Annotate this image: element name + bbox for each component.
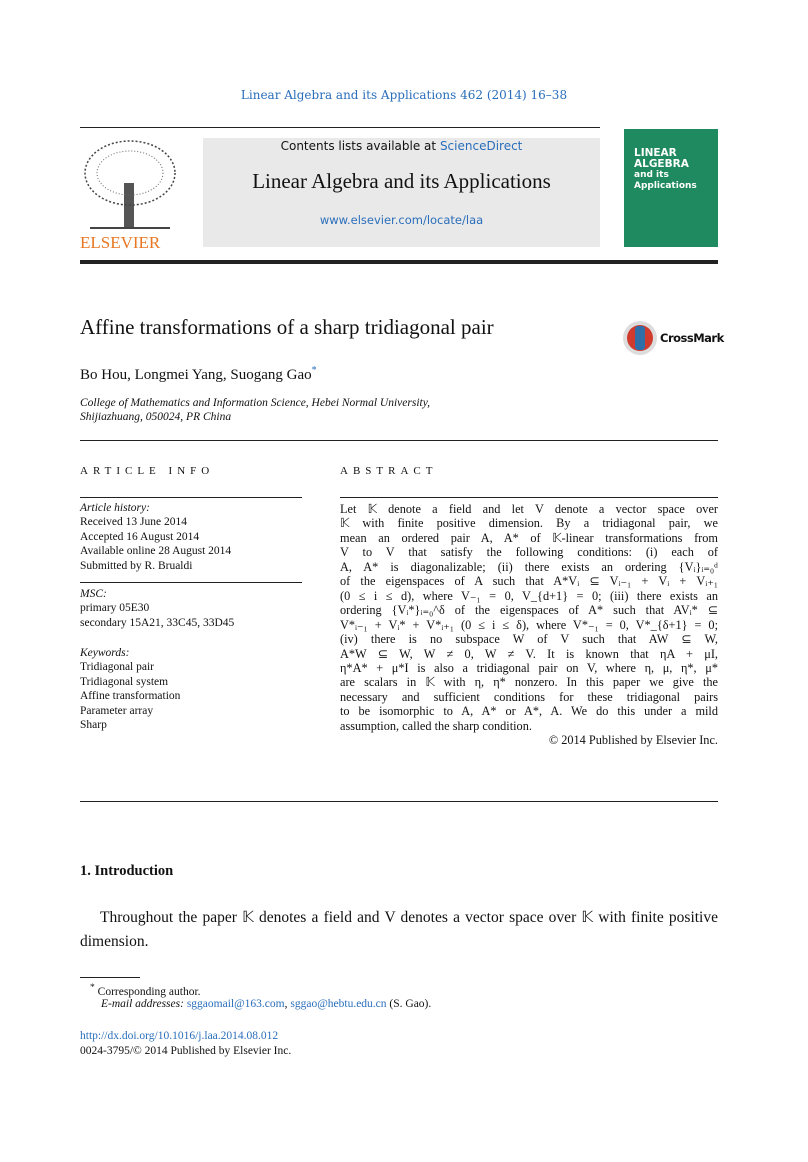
abstract-line: ordering {Vᵢ*}ᵢ₌₀^δ of the eigenspaces o… [340, 603, 718, 618]
abstract-line: are scalars in 𝕂 with η, η* nonzero. In … [340, 675, 718, 690]
cover-text: and its [634, 170, 669, 180]
affiliation-line: College of Mathematics and Information S… [80, 397, 431, 409]
footnote-rule [80, 977, 140, 978]
msc-codes: MSC: primary 05E30 secondary 15A21, 33C4… [80, 587, 302, 630]
issn-copyright: 0024-3795/© 2014 Published by Elsevier I… [80, 1045, 292, 1057]
abstract-line: η*A* + μ*I is also a tridiagonal pair on… [340, 660, 718, 675]
history-item: Received 13 June 2014 [80, 516, 187, 529]
divider [340, 497, 718, 498]
keyword: Parameter array [80, 704, 154, 717]
abstract-line: assumption, called the sharp condition. [340, 718, 532, 733]
author-list: Bo Hou, Longmei Yang, Suogang Gao* [80, 365, 317, 384]
corresponding-author-mark[interactable]: * [312, 365, 317, 376]
history-item: Submitted by R. Brualdi [80, 559, 193, 572]
journal-url-link[interactable]: www.elsevier.com/locate/laa [203, 213, 600, 227]
authors: Bo Hou, Longmei Yang, Suogang Gao [80, 367, 312, 383]
abstract-line: (0 ≤ i ≤ d), where V₋₁ = 0, V_{d+1} = 0;… [340, 588, 718, 603]
divider [80, 582, 302, 583]
elsevier-wordmark: ELSEVIER [80, 233, 161, 252]
journal-cover: LINEAR ALGEBRA and its Applications [624, 129, 718, 247]
keyword: Tridiagonal pair [80, 661, 154, 674]
header-bar [80, 260, 718, 264]
abstract-line: V*ᵢ₋₁ + Vᵢ* + V*ᵢ₊₁ (0 ≤ i ≤ δ), where V… [340, 617, 718, 632]
abstract-line: 𝕂 with finite positive dimension. By a t… [340, 516, 718, 531]
crossmark-label: CrossMark [660, 331, 724, 345]
elsevier-logo: ELSEVIER [80, 138, 180, 252]
cover-text: Applications [634, 181, 697, 191]
keywords-label: Keywords: [80, 647, 130, 659]
abstract-body: Let 𝕂 denote a field and let V denote a … [340, 502, 718, 748]
abstract-line: A, A* is diagonalizable; (ii) there exis… [340, 559, 718, 574]
keyword: Sharp [80, 719, 107, 732]
msc-label: MSC: [80, 588, 107, 600]
article-title: Affine transformations of a sharp tridia… [80, 315, 494, 339]
divider [80, 497, 302, 498]
abstract-line: necessary and sufficient conditions for … [340, 689, 718, 704]
abstract-line: A*W ⊆ W, W ≠ 0, W ≠ V. It is known that … [340, 646, 718, 661]
abstract-copyright: © 2014 Published by Elsevier Inc. [548, 733, 718, 748]
email-link[interactable]: sggaomail@163.com [187, 998, 285, 1010]
divider [80, 801, 718, 802]
history-item: Accepted 16 August 2014 [80, 530, 200, 543]
contents-text: Contents lists available at [280, 139, 440, 153]
keyword: Tridiagonal system [80, 675, 169, 688]
abstract-heading: ABSTRACT [340, 465, 438, 477]
paper-page: Linear Algebra and its Applications 462 … [0, 0, 808, 1162]
email-link[interactable]: sggao@hebtu.edu.cn [290, 998, 386, 1010]
history-label: Article history: [80, 502, 150, 514]
cover-text: ALGEBRA [634, 158, 689, 170]
abstract-line: Let 𝕂 denote a field and let V denote a … [340, 502, 718, 516]
history-item: Available online 28 August 2014 [80, 545, 232, 558]
abstract-line: mean an ordered pair A, A* of 𝕂-linear t… [340, 530, 718, 545]
affiliation-line: Shijiazhuang, 050024, PR China [80, 411, 232, 423]
keyword: Affine transformation [80, 690, 181, 703]
journal-citation-link[interactable]: Linear Algebra and its Applications 462 … [0, 88, 808, 102]
abstract-line: of the eigenspaces of A such that A*Vᵢ ⊆… [340, 574, 718, 589]
footnote-mark: * [90, 982, 95, 993]
crossmark-button[interactable]: CrossMark [622, 320, 724, 356]
email-owner: (S. Gao). [386, 998, 432, 1010]
article-info-heading: ARTICLE INFO [80, 465, 215, 477]
crossmark-icon [623, 321, 657, 355]
msc-item: secondary 15A21, 33C45, 33D45 [80, 616, 235, 629]
article-history: Article history: Received 13 June 2014 A… [80, 501, 302, 573]
divider [80, 440, 718, 441]
msc-item: primary 05E30 [80, 602, 150, 615]
journal-title: Linear Algebra and its Applications [252, 169, 551, 193]
sciencedirect-link[interactable]: ScienceDirect [440, 139, 522, 153]
abstract-line: to be isomorphic to A, A* or A*, A. We d… [340, 704, 718, 719]
footnote-corresponding: * Corresponding author. [90, 982, 201, 998]
abstract-line: (iv) there is no subspace W of V such th… [340, 632, 718, 647]
doi-link[interactable]: http://dx.doi.org/10.1016/j.laa.2014.08.… [80, 1030, 278, 1042]
journal-banner: Contents lists available at ScienceDirec… [203, 138, 600, 247]
divider [80, 127, 600, 128]
section-heading: 1. Introduction [80, 863, 174, 879]
abstract-line: V to V that satisfy the following condit… [340, 545, 718, 560]
email-label: E-mail addresses: [101, 998, 184, 1010]
footnote-text: Corresponding author. [97, 985, 201, 998]
footnote-emails: E-mail addresses: sggaomail@163.com, sgg… [101, 998, 431, 1010]
keywords: Keywords: Tridiagonal pair Tridiagonal s… [80, 646, 302, 732]
intro-paragraph: Throughout the paper 𝕂 denotes a field a… [80, 909, 718, 950]
